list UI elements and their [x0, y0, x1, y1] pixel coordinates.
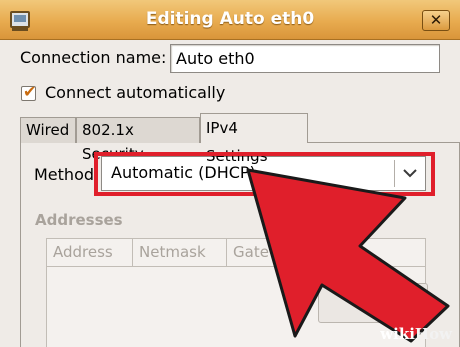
addresses-label: Addresses — [35, 211, 123, 229]
connect-automatically-label: Connect automatically — [45, 83, 226, 102]
dropdown-divider — [394, 160, 395, 187]
close-icon: ✕ — [429, 11, 443, 29]
title-bar: Editing Auto eth0 ✕ — [0, 0, 460, 40]
check-icon: ✔ — [23, 82, 37, 101]
addresses-table-header: Address Netmask Gateway — [47, 239, 425, 267]
chevron-down-icon — [403, 169, 417, 178]
column-header-gateway[interactable]: Gateway — [227, 239, 307, 266]
method-label: Method — [34, 165, 95, 184]
column-header-address[interactable]: Address — [47, 239, 133, 266]
delete-button-label: Dele — [363, 294, 398, 312]
window-title: Editing Auto eth0 — [145, 9, 315, 29]
connection-name-input[interactable] — [170, 44, 440, 73]
connect-automatically-checkbox[interactable]: ✔ — [21, 82, 36, 101]
tab-ipv4-settings[interactable]: IPv4 Settings — [200, 113, 308, 165]
column-header-netmask[interactable]: Netmask — [133, 239, 227, 266]
close-button[interactable]: ✕ — [422, 10, 450, 31]
tab-802-1x-security[interactable]: 802.1x Security — [76, 117, 200, 163]
tab-wired[interactable]: Wired — [20, 117, 76, 143]
connection-name-label: Connection name: — [20, 48, 167, 67]
wikihow-watermark: wikiHow — [380, 325, 452, 343]
delete-button[interactable]: Dele — [318, 283, 428, 323]
